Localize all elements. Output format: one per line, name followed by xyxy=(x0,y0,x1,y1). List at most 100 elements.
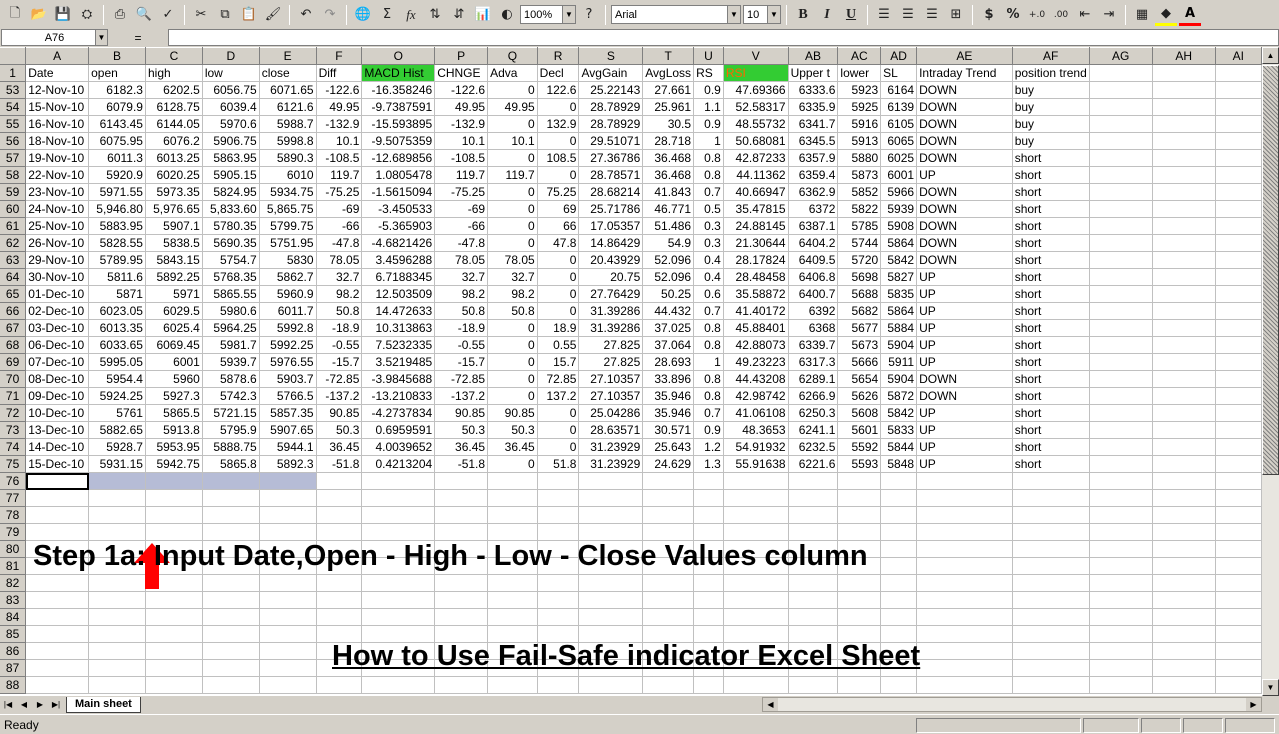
cell[interactable]: 42.98742 xyxy=(723,387,789,405)
cell[interactable] xyxy=(259,489,317,507)
scroll-down-icon[interactable]: ▼ xyxy=(1262,679,1279,696)
cell[interactable] xyxy=(1152,302,1216,320)
cell[interactable]: 0 xyxy=(487,455,538,473)
cell[interactable] xyxy=(361,489,436,507)
cell[interactable]: -108.5 xyxy=(316,149,363,167)
horizontal-scrollbar[interactable]: ◀ ▶ xyxy=(762,697,1262,712)
cell[interactable] xyxy=(316,489,363,507)
cell[interactable] xyxy=(1215,625,1262,643)
copy-icon[interactable]: ⧉ xyxy=(214,4,236,26)
cell[interactable] xyxy=(202,591,260,609)
cell[interactable]: 27.661 xyxy=(642,81,695,99)
header-cell[interactable]: SL xyxy=(880,64,918,82)
cell[interactable]: short xyxy=(1012,285,1090,303)
cell[interactable] xyxy=(316,540,363,558)
row-header[interactable]: 85 xyxy=(0,625,27,643)
cell[interactable]: short xyxy=(1012,421,1090,439)
cell[interactable]: 5,976.65 xyxy=(145,200,203,218)
cell[interactable]: 6333.6 xyxy=(788,81,839,99)
cell[interactable] xyxy=(1012,557,1090,575)
cell[interactable] xyxy=(434,472,489,490)
cell[interactable]: -132.9 xyxy=(434,115,489,133)
cell[interactable]: 5890.3 xyxy=(259,149,317,167)
cell[interactable]: 5928.7 xyxy=(88,438,146,456)
cell[interactable]: 5690.35 xyxy=(202,234,260,252)
cell[interactable] xyxy=(723,625,789,643)
cell[interactable]: 5865.55 xyxy=(202,285,260,303)
cell[interactable]: buy xyxy=(1012,132,1090,150)
cell[interactable] xyxy=(788,489,839,507)
cell[interactable]: 50.3 xyxy=(316,421,363,439)
cell[interactable] xyxy=(1152,489,1216,507)
cell[interactable] xyxy=(145,574,203,592)
cell[interactable] xyxy=(837,642,882,660)
cell[interactable] xyxy=(537,591,580,609)
cell[interactable] xyxy=(1089,200,1153,218)
cell[interactable]: -15.7 xyxy=(434,353,489,371)
row-header[interactable]: 79 xyxy=(0,523,27,541)
cell[interactable]: -16.358246 xyxy=(361,81,436,99)
cell[interactable] xyxy=(88,608,146,626)
cell[interactable]: 6317.3 xyxy=(788,353,839,371)
cell[interactable]: 0 xyxy=(487,319,538,337)
cell[interactable] xyxy=(880,557,918,575)
cell[interactable] xyxy=(487,659,538,677)
cell[interactable]: 5830 xyxy=(259,251,317,269)
cell[interactable] xyxy=(487,591,538,609)
cell[interactable]: 0.5 xyxy=(693,200,724,218)
cell[interactable] xyxy=(537,540,580,558)
increase-decimal-icon[interactable]: +.0 xyxy=(1026,4,1048,26)
cell[interactable]: 13-Dec-10 xyxy=(25,421,90,439)
cell[interactable]: 5742.3 xyxy=(202,387,260,405)
cell[interactable]: 0.8 xyxy=(693,370,724,388)
cell[interactable]: 132.9 xyxy=(537,115,580,133)
cell[interactable] xyxy=(1152,557,1216,575)
paste-icon[interactable]: 📋 xyxy=(238,4,260,26)
cell[interactable] xyxy=(1089,625,1153,643)
cell[interactable] xyxy=(1152,387,1216,405)
cell[interactable] xyxy=(537,472,580,490)
cell[interactable] xyxy=(259,472,317,490)
cell[interactable] xyxy=(837,659,882,677)
cell[interactable]: 6357.9 xyxy=(788,149,839,167)
cell[interactable] xyxy=(487,574,538,592)
cell[interactable]: 07-Dec-10 xyxy=(25,353,90,371)
cell[interactable]: 28.718 xyxy=(642,132,695,150)
cell[interactable]: 6069.45 xyxy=(145,336,203,354)
cell[interactable]: 5601 xyxy=(837,421,882,439)
cell[interactable]: 0.6959591 xyxy=(361,421,436,439)
cell[interactable] xyxy=(1089,455,1153,473)
cell[interactable]: 5971 xyxy=(145,285,203,303)
cell[interactable] xyxy=(1215,472,1262,490)
cell[interactable]: 72.85 xyxy=(537,370,580,388)
cell[interactable] xyxy=(880,506,918,524)
cell[interactable] xyxy=(145,676,203,694)
cell[interactable] xyxy=(916,642,1013,660)
row-header[interactable]: 67 xyxy=(0,319,27,337)
cell[interactable] xyxy=(916,472,1013,490)
cell[interactable]: DOWN xyxy=(916,98,1013,116)
cell[interactable]: 25.643 xyxy=(642,438,695,456)
decrease-decimal-icon[interactable]: .00 xyxy=(1050,4,1072,26)
cell[interactable]: 5828.55 xyxy=(88,234,146,252)
row-header[interactable]: 74 xyxy=(0,438,27,456)
cell[interactable] xyxy=(693,591,724,609)
column-header[interactable]: AG xyxy=(1089,47,1153,65)
cell[interactable]: 46.771 xyxy=(642,200,695,218)
cell[interactable]: 78.05 xyxy=(316,251,363,269)
cell[interactable]: 4.0039652 xyxy=(361,438,436,456)
row-header[interactable]: 66 xyxy=(0,302,27,320)
column-header[interactable]: V xyxy=(723,47,789,65)
cell[interactable] xyxy=(1089,81,1153,99)
column-header[interactable]: D xyxy=(202,47,260,65)
cell[interactable] xyxy=(202,489,260,507)
cell[interactable] xyxy=(723,642,789,660)
cell[interactable]: short xyxy=(1012,200,1090,218)
cell[interactable] xyxy=(1152,319,1216,337)
cell[interactable]: 6065 xyxy=(880,132,918,150)
row-header[interactable]: 80 xyxy=(0,540,27,558)
cell[interactable] xyxy=(202,574,260,592)
cell[interactable]: -66 xyxy=(316,217,363,235)
cell[interactable]: 35.58872 xyxy=(723,285,789,303)
permission-icon[interactable]: ⛭ xyxy=(76,4,98,26)
